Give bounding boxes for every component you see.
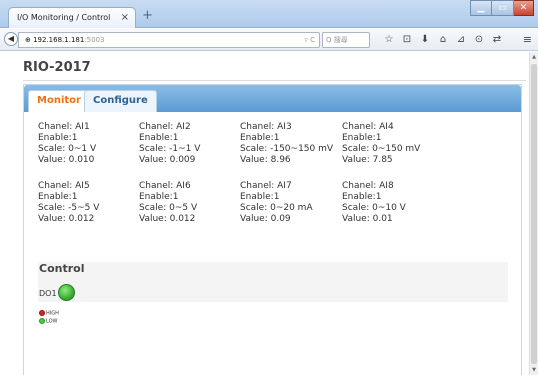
channel-name: Chanel: AI1 bbox=[38, 122, 90, 132]
channel-scale: Scale: 0~1 V bbox=[38, 144, 97, 154]
maximize-icon[interactable]: ▭ bbox=[492, 0, 514, 16]
tab-monitor[interactable]: Monitor bbox=[28, 90, 90, 112]
window-close-icon[interactable]: ✕ bbox=[514, 0, 534, 16]
do1-toggle-led[interactable] bbox=[58, 284, 75, 301]
browser-toolbar: ☆ ⊡ ⬇ ⌂ ⊿ ⊙ ⇄ bbox=[382, 32, 504, 48]
channel-card-ai5: Chanel: AI5 Enable:1 Scale: -5~5 V Value… bbox=[38, 181, 143, 225]
legend-high: HIGH bbox=[39, 310, 59, 318]
channel-card-ai2: Chanel: AI2 Enable:1 Scale: -1~1 V Value… bbox=[139, 122, 244, 166]
browser-tab-title: I/O Monitoring / Control bbox=[17, 13, 111, 22]
channel-scale: Scale: 0~5 V bbox=[139, 203, 198, 213]
legend-low-label: LOW bbox=[46, 318, 58, 325]
window-controls: ▁ ▭ ✕ bbox=[470, 0, 534, 16]
channel-scale: Scale: -1~1 V bbox=[139, 144, 201, 154]
channel-enable: Enable:1 bbox=[342, 133, 382, 143]
scrollbar-thumb[interactable] bbox=[531, 64, 537, 364]
scroll-up-icon[interactable]: ▲ bbox=[530, 52, 538, 62]
download-icon[interactable]: ⬇ bbox=[418, 32, 432, 48]
send-icon[interactable]: ⊿ bbox=[454, 32, 468, 48]
channel-value: Value: 0.010 bbox=[38, 155, 95, 165]
page-title: RIO-2017 bbox=[23, 60, 91, 75]
channel-name: Chanel: AI8 bbox=[342, 181, 394, 191]
channel-scale: Scale: 0~10 V bbox=[342, 203, 406, 213]
tab-bar: Monitor Configure bbox=[24, 85, 521, 112]
channel-value: Value: 0.09 bbox=[240, 214, 291, 224]
channel-name: Chanel: AI7 bbox=[240, 181, 292, 191]
vertical-scrollbar[interactable]: ▲ ▼ bbox=[529, 52, 538, 375]
home-icon[interactable]: ⌂ bbox=[436, 32, 450, 48]
control-title: Control bbox=[39, 262, 85, 275]
control-section bbox=[38, 262, 508, 302]
channel-enable: Enable:1 bbox=[38, 133, 78, 143]
channel-card-ai4: Chanel: AI4 Enable:1 Scale: 0~150 mV Val… bbox=[342, 122, 447, 166]
legend-high-label: HIGH bbox=[46, 310, 59, 317]
minimize-icon[interactable]: ▁ bbox=[470, 0, 492, 16]
channel-value: Value: 0.012 bbox=[139, 214, 196, 224]
channel-name: Chanel: AI5 bbox=[38, 181, 90, 191]
channel-scale: Scale: -150~150 mV bbox=[240, 144, 334, 154]
back-arrow-icon[interactable]: ◀ bbox=[4, 32, 18, 46]
channel-enable: Enable:1 bbox=[38, 192, 78, 202]
bookmark-star-icon[interactable]: ☆ bbox=[382, 32, 396, 48]
channel-card-ai3: Chanel: AI3 Enable:1 Scale: -150~150 mV … bbox=[240, 122, 345, 166]
green-dot-icon bbox=[39, 318, 45, 324]
reading-list-icon[interactable]: ⊡ bbox=[400, 32, 414, 48]
title-divider bbox=[23, 80, 526, 81]
channel-value: Value: 0.01 bbox=[342, 214, 393, 224]
address-bar[interactable]: ⊕ 192.168.1.181:5003 ▿ C bbox=[18, 32, 320, 48]
channel-value: Value: 7.85 bbox=[342, 155, 393, 165]
tab-configure[interactable]: Configure bbox=[84, 90, 157, 112]
url-text: ⊕ 192.168.1.181:5003 bbox=[25, 33, 105, 48]
do1-label: DO1 bbox=[39, 289, 57, 298]
new-tab-icon[interactable]: + bbox=[142, 8, 153, 23]
addon-icon[interactable]: ⊙ bbox=[472, 32, 486, 48]
channel-scale: Scale: -5~5 V bbox=[38, 203, 100, 213]
channel-value: Value: 0.012 bbox=[38, 214, 95, 224]
url-host: 192.168.1.181 bbox=[33, 36, 85, 44]
search-input[interactable]: Q 搜尋 bbox=[322, 32, 370, 48]
channel-card-ai6: Chanel: AI6 Enable:1 Scale: 0~5 V Value:… bbox=[139, 181, 244, 225]
channel-scale: Scale: 0~20 mA bbox=[240, 203, 313, 213]
channel-enable: Enable:1 bbox=[342, 192, 382, 202]
channel-enable: Enable:1 bbox=[139, 192, 179, 202]
url-port: :5003 bbox=[84, 36, 105, 44]
browser-navbar: ◀ ⊕ 192.168.1.181:5003 ▿ C Q 搜尋 ☆ ⊡ ⬇ ⌂ … bbox=[0, 29, 538, 51]
channel-value: Value: 8.96 bbox=[240, 155, 291, 165]
main-panel: Monitor Configure Chanel: AI1 Enable:1 S… bbox=[23, 84, 522, 375]
scroll-down-icon[interactable]: ▼ bbox=[530, 365, 538, 375]
legend-low: LOW bbox=[39, 318, 58, 326]
channel-enable: Enable:1 bbox=[240, 192, 280, 202]
channel-name: Chanel: AI2 bbox=[139, 122, 191, 132]
close-tab-icon[interactable]: × bbox=[121, 8, 129, 28]
browser-titlebar: I/O Monitoring / Control × + ▁ ▭ ✕ bbox=[0, 0, 538, 28]
channel-scale: Scale: 0~150 mV bbox=[342, 144, 421, 154]
channel-name: Chanel: AI3 bbox=[240, 122, 292, 132]
channel-value: Value: 0.009 bbox=[139, 155, 196, 165]
sync-icon[interactable]: ⇄ bbox=[490, 32, 504, 48]
channel-enable: Enable:1 bbox=[139, 133, 179, 143]
channel-card-ai7: Chanel: AI7 Enable:1 Scale: 0~20 mA Valu… bbox=[240, 181, 345, 225]
hamburger-menu-icon[interactable]: ≡ bbox=[523, 32, 532, 48]
reload-icon[interactable]: ▿ C bbox=[304, 33, 315, 48]
channel-name: Chanel: AI6 bbox=[139, 181, 191, 191]
globe-icon: ⊕ bbox=[25, 36, 34, 44]
channel-name: Chanel: AI4 bbox=[342, 122, 394, 132]
channel-card-ai8: Chanel: AI8 Enable:1 Scale: 0~10 V Value… bbox=[342, 181, 447, 225]
channel-card-ai1: Chanel: AI1 Enable:1 Scale: 0~1 V Value:… bbox=[38, 122, 143, 166]
red-dot-icon bbox=[39, 310, 45, 316]
browser-tab[interactable]: I/O Monitoring / Control × bbox=[8, 7, 136, 28]
channel-enable: Enable:1 bbox=[240, 133, 280, 143]
